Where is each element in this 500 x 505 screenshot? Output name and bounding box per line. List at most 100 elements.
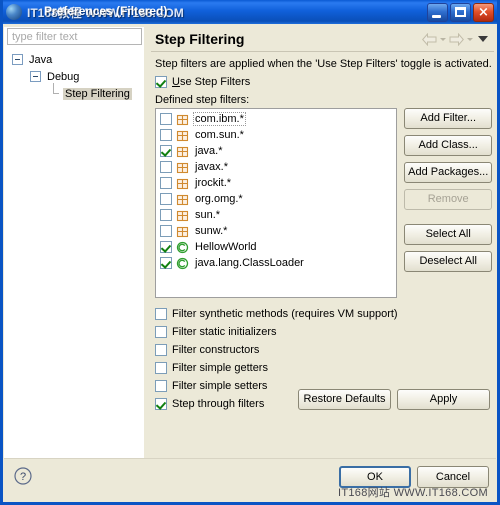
checkbox-box[interactable] — [155, 344, 167, 356]
remove-button: Remove — [404, 189, 492, 210]
restore-defaults-button[interactable]: Restore Defaults — [298, 389, 391, 410]
list-item-label: sunw.* — [195, 225, 228, 237]
minimize-button[interactable] — [427, 2, 448, 22]
list-item[interactable]: HellowWorld — [158, 239, 396, 255]
list-item[interactable]: jrockit.* — [158, 175, 396, 191]
checkbox-label: Filter simple setters — [172, 380, 268, 392]
list-item-label: jrockit.* — [195, 177, 232, 189]
collapse-icon[interactable] — [30, 71, 41, 82]
package-icon — [176, 130, 189, 141]
back-arrow-icon[interactable] — [422, 32, 437, 46]
collapse-icon[interactable] — [12, 54, 23, 65]
forward-arrow-icon[interactable] — [449, 32, 464, 46]
list-item-label: java.* — [195, 145, 223, 157]
list-item-label: javax.* — [195, 161, 229, 173]
tree-item-java[interactable]: Java — [8, 51, 144, 68]
list-item-label: java.lang.ClassLoader — [195, 257, 304, 269]
filter-action-buttons: Add Filter... Add Class... Add Packages.… — [404, 108, 492, 278]
deselect-all-button[interactable]: Deselect All — [404, 251, 492, 272]
filters-area: com.ibm.* com.sun.* java.* javax.* jrock… — [155, 108, 492, 298]
checkbox-box[interactable] — [160, 113, 172, 125]
checkbox-box[interactable] — [160, 257, 172, 269]
panel-content: Step filters are applied when the 'Use S… — [149, 52, 496, 412]
list-item-label: sun.* — [195, 209, 221, 221]
checkbox-box[interactable] — [155, 326, 167, 338]
checkbox-label: Filter static initializers — [172, 326, 277, 338]
page-title: Step Filtering — [155, 31, 245, 47]
add-packages-button[interactable]: Add Packages... — [404, 162, 492, 183]
window-controls: × — [427, 2, 497, 22]
checkbox-box[interactable] — [155, 398, 167, 410]
checkbox-box[interactable] — [155, 76, 167, 88]
view-menu-icon[interactable] — [478, 36, 488, 42]
checkbox-box[interactable] — [160, 225, 172, 237]
checkbox-box[interactable] — [160, 177, 172, 189]
maximize-icon — [455, 6, 466, 17]
apply-button[interactable]: Apply — [397, 389, 490, 410]
checkbox-label: Filter synthetic methods (requires VM su… — [172, 308, 398, 320]
filter-static-initializers-checkbox[interactable]: Filter static initializers — [155, 324, 492, 340]
svg-text:?: ? — [20, 471, 26, 483]
tree-item-debug[interactable]: Debug — [8, 68, 144, 85]
panel-action-buttons: Restore Defaults Apply — [298, 389, 490, 410]
list-item-label: org.omg.* — [195, 193, 243, 205]
panel-nav-icons — [422, 32, 494, 46]
dialog-buttons: OK Cancel — [339, 466, 489, 488]
cancel-button[interactable]: Cancel — [417, 466, 489, 488]
panel-splitter[interactable] — [144, 27, 148, 459]
filter-simple-getters-checkbox[interactable]: Filter simple getters — [155, 360, 492, 376]
list-item[interactable]: com.ibm.* — [158, 111, 396, 127]
defined-step-filters-list[interactable]: com.ibm.* com.sun.* java.* javax.* jrock… — [155, 108, 398, 298]
list-item[interactable]: com.sun.* — [158, 127, 396, 143]
package-icon — [176, 226, 189, 237]
checkbox-box[interactable] — [160, 129, 172, 141]
close-button[interactable]: × — [473, 2, 494, 22]
select-all-button[interactable]: Select All — [404, 224, 492, 245]
checkbox-box[interactable] — [160, 161, 172, 173]
filter-text-box[interactable] — [7, 28, 172, 45]
filter-constructors-checkbox[interactable]: Filter constructors — [155, 342, 492, 358]
package-icon — [176, 162, 189, 173]
add-class-button[interactable]: Add Class... — [404, 135, 492, 156]
title-bar[interactable]: IT168教程 WWW.IT168.COM Preferences (Filte… — [3, 0, 497, 24]
checkbox-box[interactable] — [160, 193, 172, 205]
forward-dropdown-icon[interactable] — [467, 37, 473, 41]
list-item-label: HellowWorld — [195, 241, 257, 253]
back-dropdown-icon[interactable] — [440, 37, 446, 41]
checkbox-box[interactable] — [160, 241, 172, 253]
checkbox-box[interactable] — [155, 308, 167, 320]
panel-description: Step filters are applied when the 'Use S… — [155, 58, 492, 70]
list-item[interactable]: sunw.* — [158, 223, 396, 239]
preferences-tree-panel: Java Debug Step Filtering — [4, 27, 172, 459]
class-icon — [176, 241, 189, 253]
tree-item-label: Debug — [47, 70, 80, 83]
defined-filters-label: Defined step filters: — [155, 94, 250, 106]
tree-line-icon — [48, 83, 59, 99]
checkbox-label: Use Step Filters — [172, 76, 251, 88]
dialog-footer: ? OK Cancel — [4, 458, 496, 501]
search-input[interactable] — [8, 30, 158, 43]
checkbox-box[interactable] — [155, 362, 167, 374]
list-item[interactable]: javax.* — [158, 159, 396, 175]
help-icon[interactable]: ? — [14, 467, 32, 485]
list-item[interactable]: java.lang.ClassLoader — [158, 255, 396, 271]
list-item[interactable]: sun.* — [158, 207, 396, 223]
tree-item-label: Java — [29, 53, 53, 66]
list-item[interactable]: org.omg.* — [158, 191, 396, 207]
package-icon — [176, 210, 189, 221]
package-icon — [176, 194, 189, 205]
list-item[interactable]: java.* — [158, 143, 396, 159]
use-step-filters-checkbox[interactable]: Use Step Filters — [155, 74, 492, 90]
add-filter-button[interactable]: Add Filter... — [404, 108, 492, 129]
list-item-label: com.ibm.* — [193, 112, 246, 126]
checkbox-label: Filter simple getters — [172, 362, 268, 374]
ok-button[interactable]: OK — [339, 466, 411, 488]
eclipse-icon — [6, 4, 22, 20]
checkbox-box[interactable] — [160, 145, 172, 157]
tree-item-step-filtering[interactable]: Step Filtering — [8, 83, 144, 102]
checkbox-box[interactable] — [160, 209, 172, 221]
dialog-body: Java Debug Step Filtering Step Filtering — [3, 24, 497, 502]
filter-synthetic-methods-checkbox[interactable]: Filter synthetic methods (requires VM su… — [155, 306, 492, 322]
maximize-button[interactable] — [450, 2, 471, 22]
checkbox-box[interactable] — [155, 380, 167, 392]
